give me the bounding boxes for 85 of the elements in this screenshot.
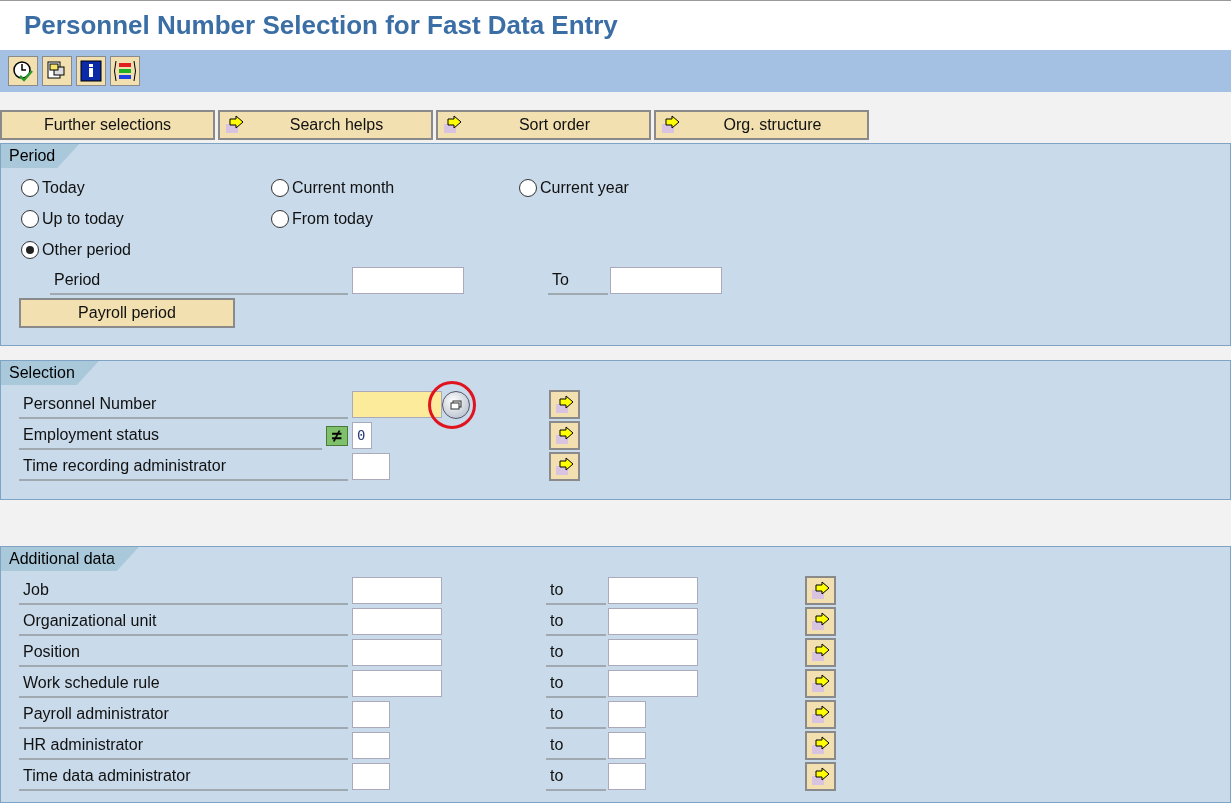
arrow-icon bbox=[809, 766, 832, 787]
input-field[interactable]: 0 bbox=[352, 422, 372, 449]
info-icon[interactable] bbox=[76, 56, 106, 86]
radio-option[interactable]: From today bbox=[271, 203, 519, 234]
input-field[interactable] bbox=[608, 639, 698, 666]
radio-option[interactable]: Current month bbox=[271, 172, 519, 203]
field-label: to bbox=[546, 576, 606, 605]
field-label: Time data administrator bbox=[19, 762, 348, 791]
arrow-icon bbox=[553, 425, 576, 446]
field-label: Organizational unit bbox=[19, 607, 348, 636]
arrow-icon bbox=[809, 673, 832, 694]
field-label: to bbox=[546, 607, 606, 636]
copy-icon[interactable] bbox=[42, 56, 72, 86]
multiple-selection-button[interactable] bbox=[805, 762, 836, 791]
field-label: Job bbox=[19, 576, 348, 605]
field-label: Position bbox=[19, 638, 348, 667]
multiple-selection-button[interactable] bbox=[549, 390, 580, 419]
input-field[interactable] bbox=[352, 267, 464, 294]
multiple-selection-button[interactable] bbox=[805, 731, 836, 760]
radio-button[interactable] bbox=[21, 209, 39, 228]
radio-button[interactable] bbox=[519, 178, 537, 197]
tab-button[interactable]: Org. structure bbox=[654, 110, 869, 140]
input-field[interactable] bbox=[352, 577, 442, 604]
arrow-icon bbox=[809, 735, 832, 756]
input-field[interactable] bbox=[608, 701, 646, 728]
multiple-selection-button[interactable] bbox=[805, 638, 836, 667]
arrow-icon bbox=[553, 394, 576, 415]
input-field[interactable] bbox=[608, 608, 698, 635]
field-label: Payroll administrator bbox=[19, 700, 348, 729]
arrow-icon bbox=[809, 704, 832, 725]
field-label: To bbox=[548, 266, 608, 295]
tab-button[interactable]: Sort order bbox=[436, 110, 651, 140]
field-label: to bbox=[546, 669, 606, 698]
radio-option[interactable]: Up to today bbox=[21, 203, 271, 234]
input-field[interactable] bbox=[352, 453, 390, 480]
radio-button[interactable] bbox=[271, 209, 289, 228]
field-label: Time recording administrator bbox=[19, 452, 348, 481]
field-label: Personnel Number bbox=[19, 390, 348, 419]
radio-option[interactable]: Today bbox=[21, 172, 271, 203]
arrow-icon bbox=[809, 580, 832, 601]
field-label: HR administrator bbox=[19, 731, 348, 760]
radio-option[interactable]: Current year bbox=[519, 172, 769, 203]
tab-button[interactable]: Search helps bbox=[218, 110, 433, 140]
input-field[interactable] bbox=[352, 670, 442, 697]
field-label: to bbox=[546, 762, 606, 791]
input-field[interactable] bbox=[352, 701, 390, 728]
field-label: to bbox=[546, 731, 606, 760]
multiple-selection-button[interactable] bbox=[805, 607, 836, 636]
field-label: Employment status bbox=[19, 421, 322, 450]
multiple-selection-button[interactable] bbox=[805, 700, 836, 729]
multiple-selection-button[interactable] bbox=[549, 421, 580, 450]
input-field[interactable] bbox=[608, 670, 698, 697]
exclude-operator-icon[interactable]: ≠ bbox=[326, 425, 348, 446]
tab-button[interactable]: Further selections bbox=[0, 110, 215, 140]
input-field[interactable] bbox=[352, 608, 442, 635]
multiple-selection-button[interactable] bbox=[549, 452, 580, 481]
multiple-selection-button[interactable] bbox=[805, 669, 836, 698]
multiple-selection-button[interactable] bbox=[805, 576, 836, 605]
section-title: Period bbox=[1, 144, 80, 168]
input-field[interactable] bbox=[352, 763, 390, 790]
arrow-icon bbox=[809, 611, 832, 632]
color-bars-icon[interactable] bbox=[110, 56, 140, 86]
radio-button[interactable] bbox=[21, 178, 39, 197]
radio-option[interactable]: Other period bbox=[21, 234, 271, 265]
field-label: to bbox=[546, 638, 606, 667]
search-help-icon[interactable] bbox=[442, 390, 470, 419]
input-field[interactable] bbox=[608, 763, 646, 790]
arrow-icon bbox=[809, 642, 832, 663]
field-label: Work schedule rule bbox=[19, 669, 348, 698]
payroll-period-button[interactable]: Payroll period bbox=[19, 298, 235, 328]
clock-check-icon[interactable] bbox=[8, 56, 38, 86]
window-title: Personnel Number Selection for Fast Data Entry bbox=[24, 9, 618, 42]
input-field[interactable] bbox=[352, 639, 442, 666]
arrow-icon bbox=[553, 456, 576, 477]
radio-button[interactable] bbox=[21, 240, 39, 259]
radio-button[interactable] bbox=[271, 178, 289, 197]
input-field[interactable] bbox=[608, 577, 698, 604]
input-field[interactable] bbox=[352, 732, 390, 759]
input-field[interactable] bbox=[610, 267, 722, 294]
input-field[interactable] bbox=[352, 391, 442, 418]
input-field[interactable] bbox=[608, 732, 646, 759]
field-label: Period bbox=[50, 266, 348, 295]
field-label: to bbox=[546, 700, 606, 729]
section-title: Additional data bbox=[1, 547, 139, 571]
section-title: Selection bbox=[1, 361, 99, 385]
